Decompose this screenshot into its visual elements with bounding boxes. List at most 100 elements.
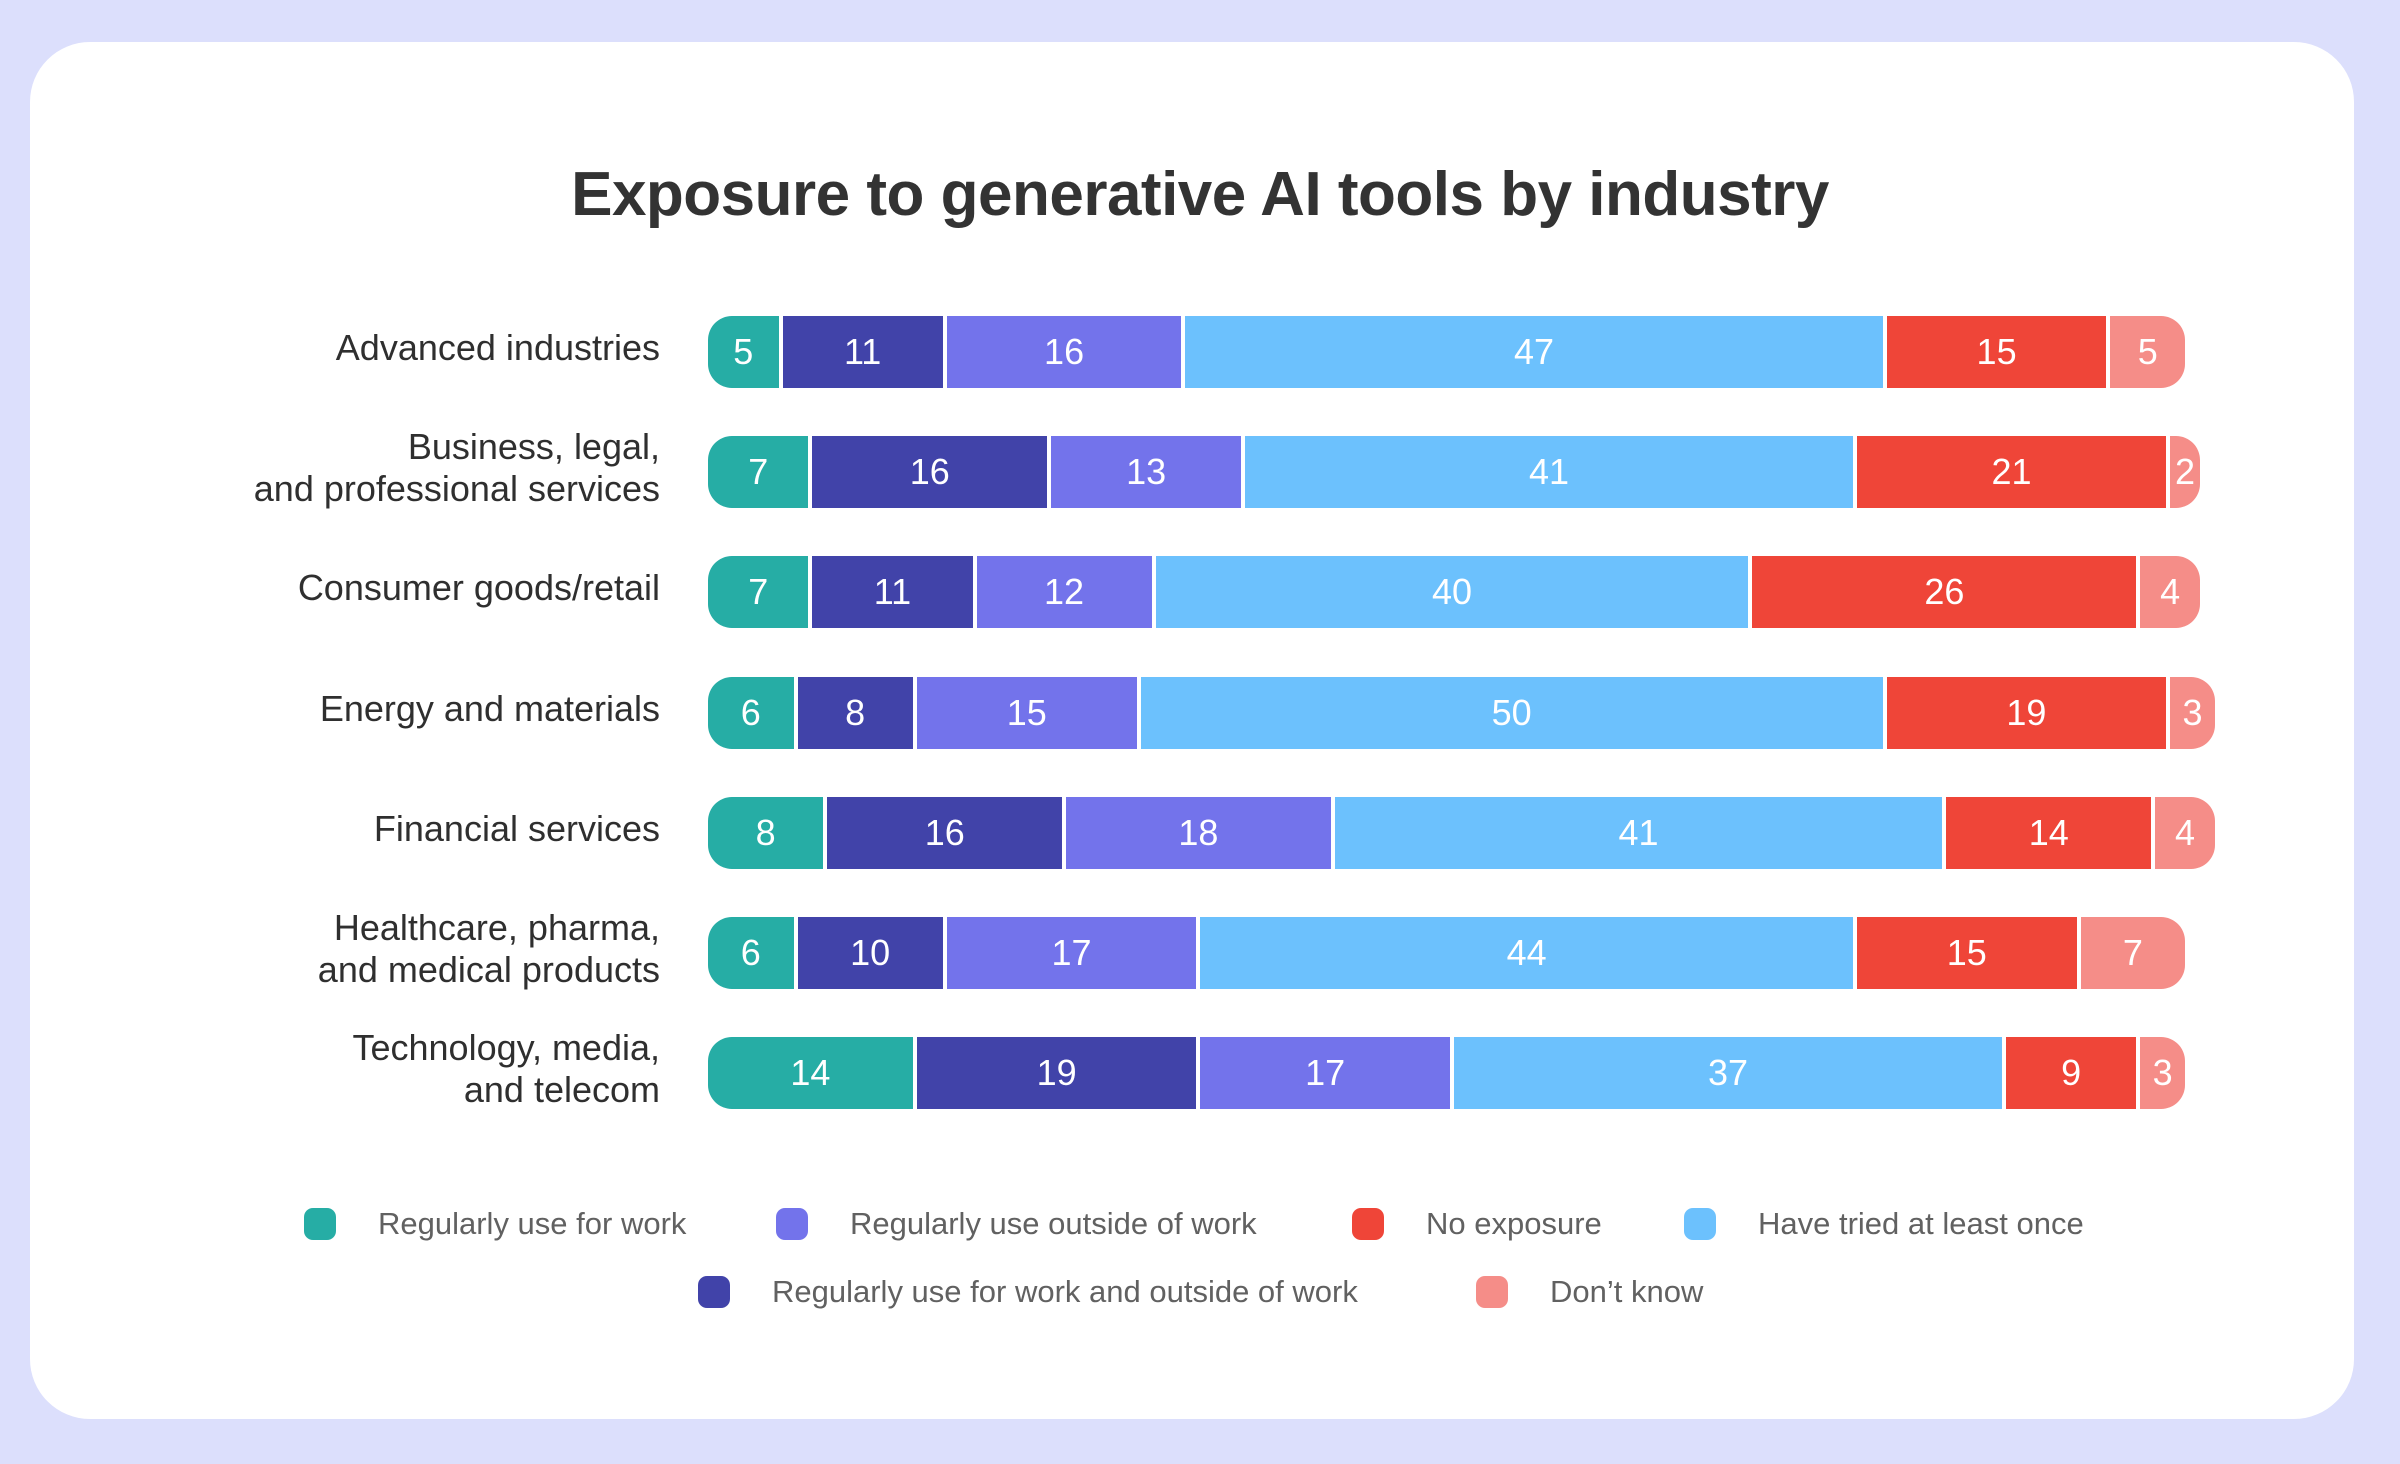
category-label: Financial services: [373, 807, 660, 849]
bar-segment: 19: [1886, 676, 2167, 749]
data-label: 3: [2182, 691, 2203, 733]
legend-item: Have tried at least once: [1684, 1206, 2084, 1242]
bar-segment: 4: [2155, 796, 2215, 869]
bar-segment: 41: [1334, 796, 1943, 869]
bar-segment: 50: [1140, 676, 1883, 749]
data-label: 7: [748, 571, 769, 613]
bar-segment: 8: [708, 796, 824, 869]
legend-label: Regularly use outside of work: [850, 1206, 1257, 1241]
bar-segment: 4: [2140, 556, 2200, 629]
bar-segment: 14: [1946, 796, 2152, 869]
bar-segment: 44: [1200, 917, 1853, 989]
data-label: 26: [1924, 571, 1965, 613]
data-label: 41: [1528, 451, 1569, 493]
bar-segment: 9: [2006, 1037, 2137, 1110]
bar-segment: 15: [1886, 316, 2107, 388]
data-label: 7: [2122, 932, 2143, 973]
legend-swatch-icon: [1476, 1276, 1508, 1308]
bar-segment: 19: [916, 1037, 1197, 1110]
data-label: 15: [1946, 932, 1987, 973]
bar-segment: 26: [1752, 556, 2137, 629]
data-label: 17: [1051, 932, 1092, 973]
bar-segment: 40: [1155, 556, 1749, 629]
bar-row: 6 8 15 50 19 3: [708, 676, 2215, 749]
data-label: 41: [1618, 811, 1659, 853]
legend-item: No exposure: [1352, 1206, 1602, 1242]
data-label: 3: [2152, 1052, 2173, 1094]
data-label: 9: [2061, 1052, 2082, 1094]
bar-segment: 2: [2170, 436, 2200, 509]
bar-segment: 15: [916, 676, 1137, 749]
data-label: 40: [1431, 571, 1473, 613]
category-label: Advanced industries: [335, 327, 660, 368]
category-label: Business, legal, and professional servic…: [253, 426, 660, 510]
legend-item: Regularly use outside of work: [776, 1206, 1257, 1242]
bar-segment: 3: [2140, 1037, 2186, 1110]
bar-segment: 16: [812, 436, 1048, 509]
legend-label: Don’t know: [1550, 1274, 1704, 1309]
category-label: Energy and materials: [319, 687, 660, 729]
data-label: 19: [2006, 691, 2047, 733]
bar-segment: 16: [827, 796, 1063, 869]
data-label: 8: [845, 691, 866, 733]
bar-segment: 7: [708, 436, 809, 509]
data-label: 11: [873, 571, 912, 613]
chart-title: Exposure to generative AI tools by indus…: [571, 160, 1829, 229]
data-label: 37: [1707, 1052, 1749, 1094]
bar-segment: 15: [1856, 917, 2077, 989]
legend-label: Regularly use for work and outside of wo…: [772, 1274, 1358, 1309]
data-label: 11: [843, 331, 882, 372]
bar-segment: 17: [1200, 1037, 1450, 1110]
data-label: 21: [1991, 451, 2032, 493]
bar-segment: 11: [812, 556, 973, 629]
bar-segment: 7: [2080, 917, 2186, 989]
bar-segment: 37: [1454, 1037, 2003, 1110]
data-label: 47: [1514, 331, 1555, 372]
data-label: 10: [850, 932, 891, 973]
bar-segment: 12: [976, 556, 1152, 629]
bar-segment: 10: [797, 917, 943, 989]
bar-segment: 5: [708, 316, 779, 388]
category-label: Consumer goods/retail: [297, 567, 660, 609]
legend-swatch-icon: [1352, 1208, 1384, 1240]
data-label: 50: [1491, 691, 1532, 733]
data-label: 15: [1006, 691, 1047, 733]
data-label: 19: [1036, 1052, 1077, 1094]
legend-swatch-icon: [304, 1208, 336, 1240]
data-label: 6: [740, 691, 761, 733]
bar-segment: 6: [708, 676, 794, 749]
category-label: Healthcare, pharma, and medical products: [317, 907, 660, 990]
legend-label: No exposure: [1426, 1206, 1602, 1241]
data-label: 5: [2137, 331, 2158, 372]
data-label: 14: [790, 1052, 831, 1094]
data-label: 5: [733, 331, 754, 372]
data-label: 18: [1178, 811, 1219, 853]
data-label: 12: [1044, 571, 1085, 613]
legend-swatch-icon: [776, 1208, 808, 1240]
bar-segment: 13: [1051, 436, 1242, 509]
bar-segment: 6: [708, 917, 794, 989]
bar-segment: 5: [2110, 316, 2186, 388]
bar-segment: 41: [1245, 436, 1853, 509]
bar-segment: 8: [797, 676, 913, 749]
data-label: 4: [2175, 811, 2196, 853]
data-label: 15: [1976, 331, 2017, 372]
bar-segment: 7: [708, 556, 809, 629]
category-label: Technology, media, and telecom: [352, 1027, 660, 1111]
data-label: 16: [909, 451, 950, 493]
data-label: 2: [2175, 451, 2196, 493]
legend-item: Don’t know: [1476, 1274, 1703, 1310]
legend-swatch-icon: [698, 1276, 730, 1308]
data-label: 4: [2160, 571, 2181, 613]
bar-segment: 3: [2170, 676, 2215, 749]
bar-row: 7 16 13 41 21 2: [708, 436, 2200, 509]
data-label: 8: [755, 811, 776, 853]
bar-row: 5 11 16 47 15 5: [708, 316, 2200, 388]
data-label: 44: [1506, 932, 1547, 973]
legend-item: Regularly use for work and outside of wo…: [698, 1274, 1358, 1310]
bar-segment: 18: [1066, 796, 1331, 869]
bar-row: 14 19 17 37 9 3: [708, 1037, 2200, 1110]
bar-row: 7 11 12 40 26 4: [708, 556, 2200, 629]
legend-item: Regularly use for work: [304, 1206, 686, 1242]
data-label: 16: [924, 811, 965, 853]
